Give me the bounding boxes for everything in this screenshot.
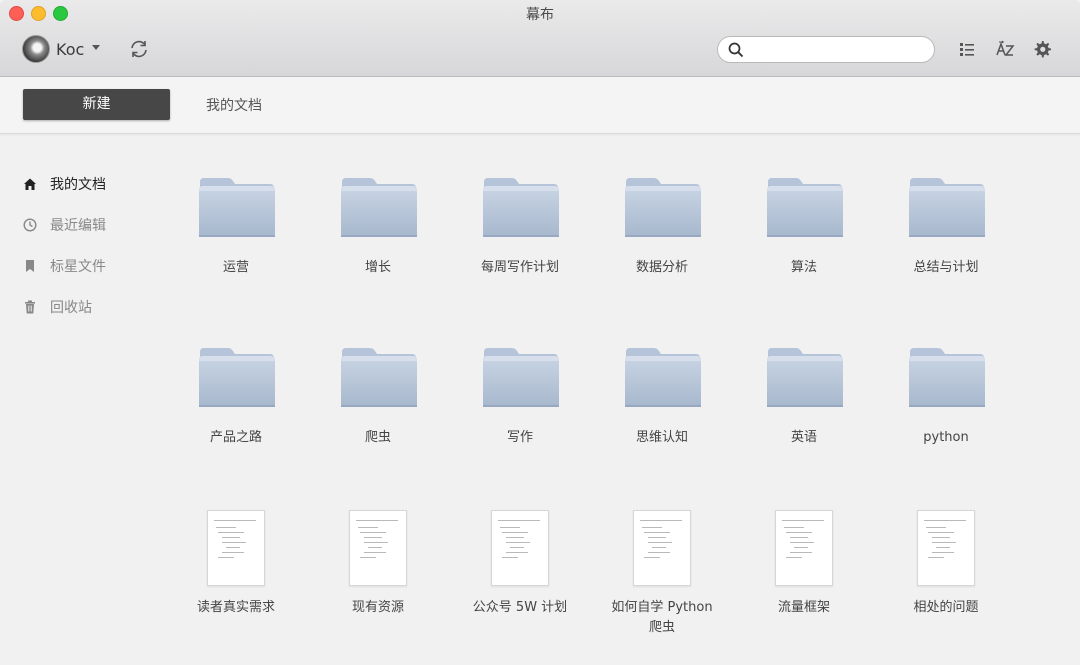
document-label: 流量框架: [777, 600, 830, 615]
bookmark-icon: [26, 260, 34, 272]
folder-label: 运营: [222, 260, 249, 275]
sidebar-item-recent[interactable]: 最近编辑: [22, 213, 162, 237]
folder-label: 每周写作计划: [480, 260, 559, 275]
folder-icon: [199, 348, 275, 407]
folder-item[interactable]: 爬虫: [307, 346, 449, 456]
folder-label: 产品之路: [209, 430, 262, 445]
avatar[interactable]: [22, 35, 50, 63]
folder-icon: [767, 178, 843, 237]
user-name[interactable]: Koc: [56, 40, 84, 59]
app-window: 幕布 Koc 新建 我的文档 我的文档 最近编辑 标星文件 回收站 运营 增长 …: [0, 0, 1080, 665]
folder-icon: [483, 178, 559, 237]
folder-item[interactable]: 每周写作计划: [449, 176, 591, 286]
sync-icon[interactable]: [128, 38, 150, 60]
sidebar-item-label: 回收站: [50, 300, 92, 316]
folder-label: 数据分析: [635, 260, 688, 275]
list-view-icon[interactable]: [956, 38, 978, 60]
search-box[interactable]: [717, 36, 935, 63]
document-item[interactable]: 流量框架: [733, 510, 875, 645]
document-item[interactable]: 现有资源: [307, 510, 449, 645]
folder-item[interactable]: 运营: [165, 176, 307, 286]
sort-az-icon[interactable]: [994, 38, 1016, 60]
sidebar-item-starred[interactable]: 标星文件: [22, 254, 162, 278]
folder-item[interactable]: 算法: [733, 176, 875, 286]
folder-icon: [483, 348, 559, 407]
folder-item[interactable]: 思维认知: [591, 346, 733, 456]
folder-label: 算法: [790, 260, 817, 275]
caret-down-icon[interactable]: [92, 45, 100, 50]
document-item[interactable]: 读者真实需求: [165, 510, 307, 645]
document-thumbnail: [917, 510, 975, 586]
search-input[interactable]: [750, 40, 929, 62]
document-label: 公众号 5W 计划: [472, 600, 568, 615]
folder-item[interactable]: 总结与计划: [875, 176, 1017, 286]
folder-label: 思维认知: [635, 430, 688, 445]
sidebar-item-label: 我的文档: [50, 177, 106, 193]
window-title: 幕布: [526, 7, 554, 23]
document-label: 读者真实需求: [196, 600, 275, 615]
breadcrumb[interactable]: 我的文档: [206, 95, 262, 115]
folder-icon: [199, 178, 275, 237]
document-thumbnail: [775, 510, 833, 586]
folder-label: 增长: [364, 260, 391, 275]
trash-icon: [25, 300, 35, 314]
document-thumbnail: [491, 510, 549, 586]
folder-label: 写作: [506, 430, 533, 445]
clock-icon: [23, 218, 37, 232]
document-thumbnail: [633, 510, 691, 586]
folder-icon: [341, 348, 417, 407]
folder-icon: [767, 348, 843, 407]
folder-item[interactable]: python: [875, 346, 1017, 456]
search-icon: [728, 42, 744, 58]
sidebar-item-my-docs[interactable]: 我的文档: [22, 172, 162, 196]
action-bar: 新建 我的文档: [0, 77, 1080, 134]
folder-item[interactable]: 增长: [307, 176, 449, 286]
home-icon: [24, 178, 36, 190]
title-toolbar: 幕布 Koc: [0, 0, 1080, 77]
folder-icon: [625, 348, 701, 407]
sidebar-item-label: 标星文件: [50, 259, 106, 275]
document-item[interactable]: 公众号 5W 计划: [449, 510, 591, 645]
folder-item[interactable]: 数据分析: [591, 176, 733, 286]
folder-label: 总结与计划: [913, 260, 979, 275]
folder-item[interactable]: 产品之路: [165, 346, 307, 456]
document-item[interactable]: 如何自学 Python 爬虫: [591, 510, 733, 645]
sidebar-item-label: 最近编辑: [50, 218, 106, 234]
document-thumbnail: [207, 510, 265, 586]
folder-label: 爬虫: [364, 430, 391, 445]
sidebar-item-trash[interactable]: 回收站: [22, 295, 162, 319]
folder-label: python: [923, 430, 969, 445]
new-button[interactable]: 新建: [23, 89, 170, 120]
gear-icon[interactable]: [1031, 38, 1053, 60]
document-label: 现有资源: [351, 600, 404, 615]
document-thumbnail: [349, 510, 407, 586]
folder-icon: [909, 348, 985, 407]
folder-label: 英语: [790, 430, 817, 445]
document-label: 如何自学 Python 爬虫: [611, 600, 713, 635]
document-item[interactable]: 相处的问题: [875, 510, 1017, 645]
folder-icon: [625, 178, 701, 237]
document-label: 相处的问题: [913, 600, 979, 615]
folder-item[interactable]: 英语: [733, 346, 875, 456]
folder-icon: [341, 178, 417, 237]
folder-icon: [909, 178, 985, 237]
folder-item[interactable]: 写作: [449, 346, 591, 456]
sidebar: 我的文档 最近编辑 标星文件 回收站: [0, 134, 170, 665]
